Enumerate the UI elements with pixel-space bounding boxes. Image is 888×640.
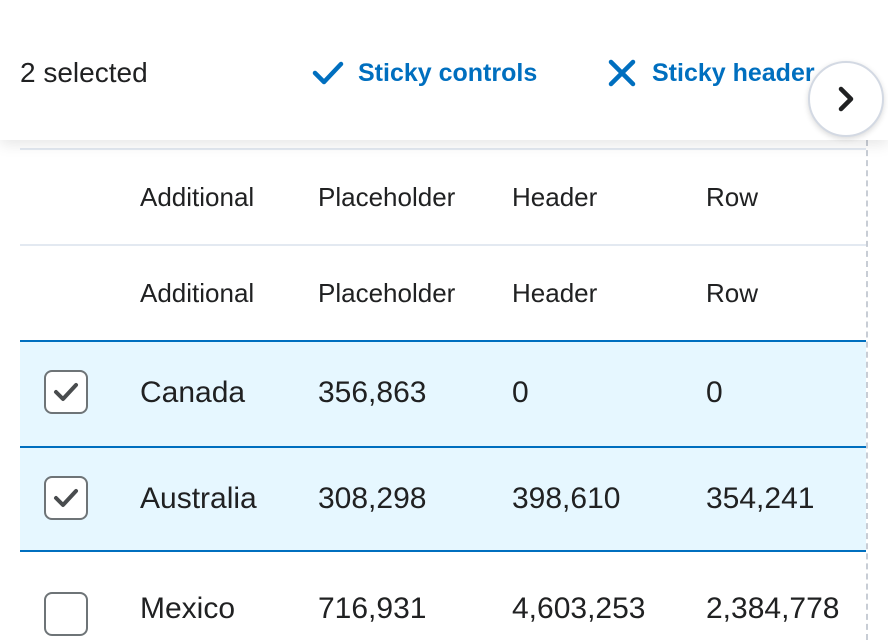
sticky-header-button[interactable]: Sticky header	[606, 53, 815, 93]
table-cell: 2,384,778	[706, 592, 840, 625]
sticky-controls-label: Sticky controls	[358, 58, 538, 87]
header-row: Additional Placeholder Header Row	[20, 244, 866, 340]
scroll-right-button[interactable]	[808, 61, 884, 137]
table-cell: 308,298	[318, 482, 427, 515]
table-cell: 0	[706, 376, 723, 409]
table-cell: 4,603,253	[512, 592, 646, 625]
country-cell: Mexico	[140, 592, 236, 625]
data-table: Additional Placeholder Header Row Additi…	[20, 140, 868, 640]
country-cell: Canada	[140, 376, 246, 409]
table-cell: 716,931	[318, 592, 427, 625]
row-checkbox[interactable]	[44, 370, 88, 414]
column-header: Placeholder	[318, 182, 456, 212]
column-header: Placeholder	[318, 278, 456, 308]
selection-count: 2 selected	[20, 57, 148, 88]
table-row[interactable]: Canada 356,863 0 0	[20, 340, 866, 446]
checkmark-icon	[53, 381, 79, 403]
sticky-controls-button[interactable]: Sticky controls	[312, 53, 537, 93]
chevron-right-icon	[834, 84, 858, 114]
table-cell: 356,863	[318, 376, 427, 409]
column-header: Additional	[140, 278, 255, 308]
check-icon	[312, 57, 344, 89]
header-row: Additional Placeholder Header Row	[20, 148, 866, 244]
column-header: Row	[706, 278, 759, 308]
checkmark-icon	[53, 487, 79, 509]
table-controls: 2 selected Sticky controls Sticky header	[0, 0, 888, 140]
table-cell: 0	[512, 376, 529, 409]
table-cell: 398,610	[512, 482, 621, 515]
sticky-header-label: Sticky header	[652, 58, 815, 87]
table-cell: 354,241	[706, 482, 815, 515]
table-row[interactable]: Mexico 716,931 4,603,253 2,384,778	[20, 552, 866, 640]
row-checkbox[interactable]	[44, 476, 88, 520]
column-header: Header	[512, 182, 598, 212]
row-checkbox[interactable]	[44, 592, 88, 636]
column-header: Additional	[140, 182, 255, 212]
close-icon	[606, 57, 638, 89]
country-cell: Australia	[140, 482, 257, 515]
table-row[interactable]: Australia 308,298 398,610 354,241	[20, 446, 866, 552]
column-header: Row	[706, 182, 759, 212]
column-header: Header	[512, 278, 598, 308]
